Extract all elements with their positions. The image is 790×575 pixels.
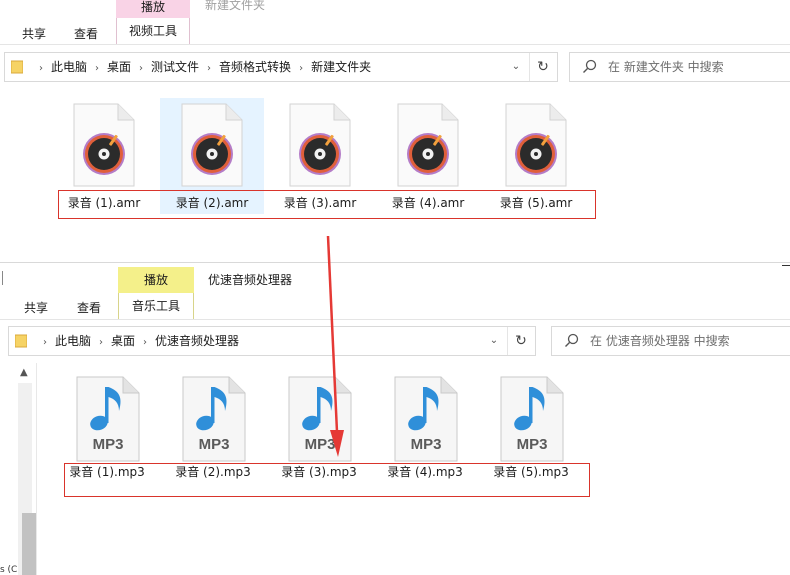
conversion-arrow-overlay bbox=[326, 235, 344, 457]
conversion-arrow-head bbox=[330, 430, 344, 457]
conversion-arrow-shaft bbox=[326, 235, 339, 433]
